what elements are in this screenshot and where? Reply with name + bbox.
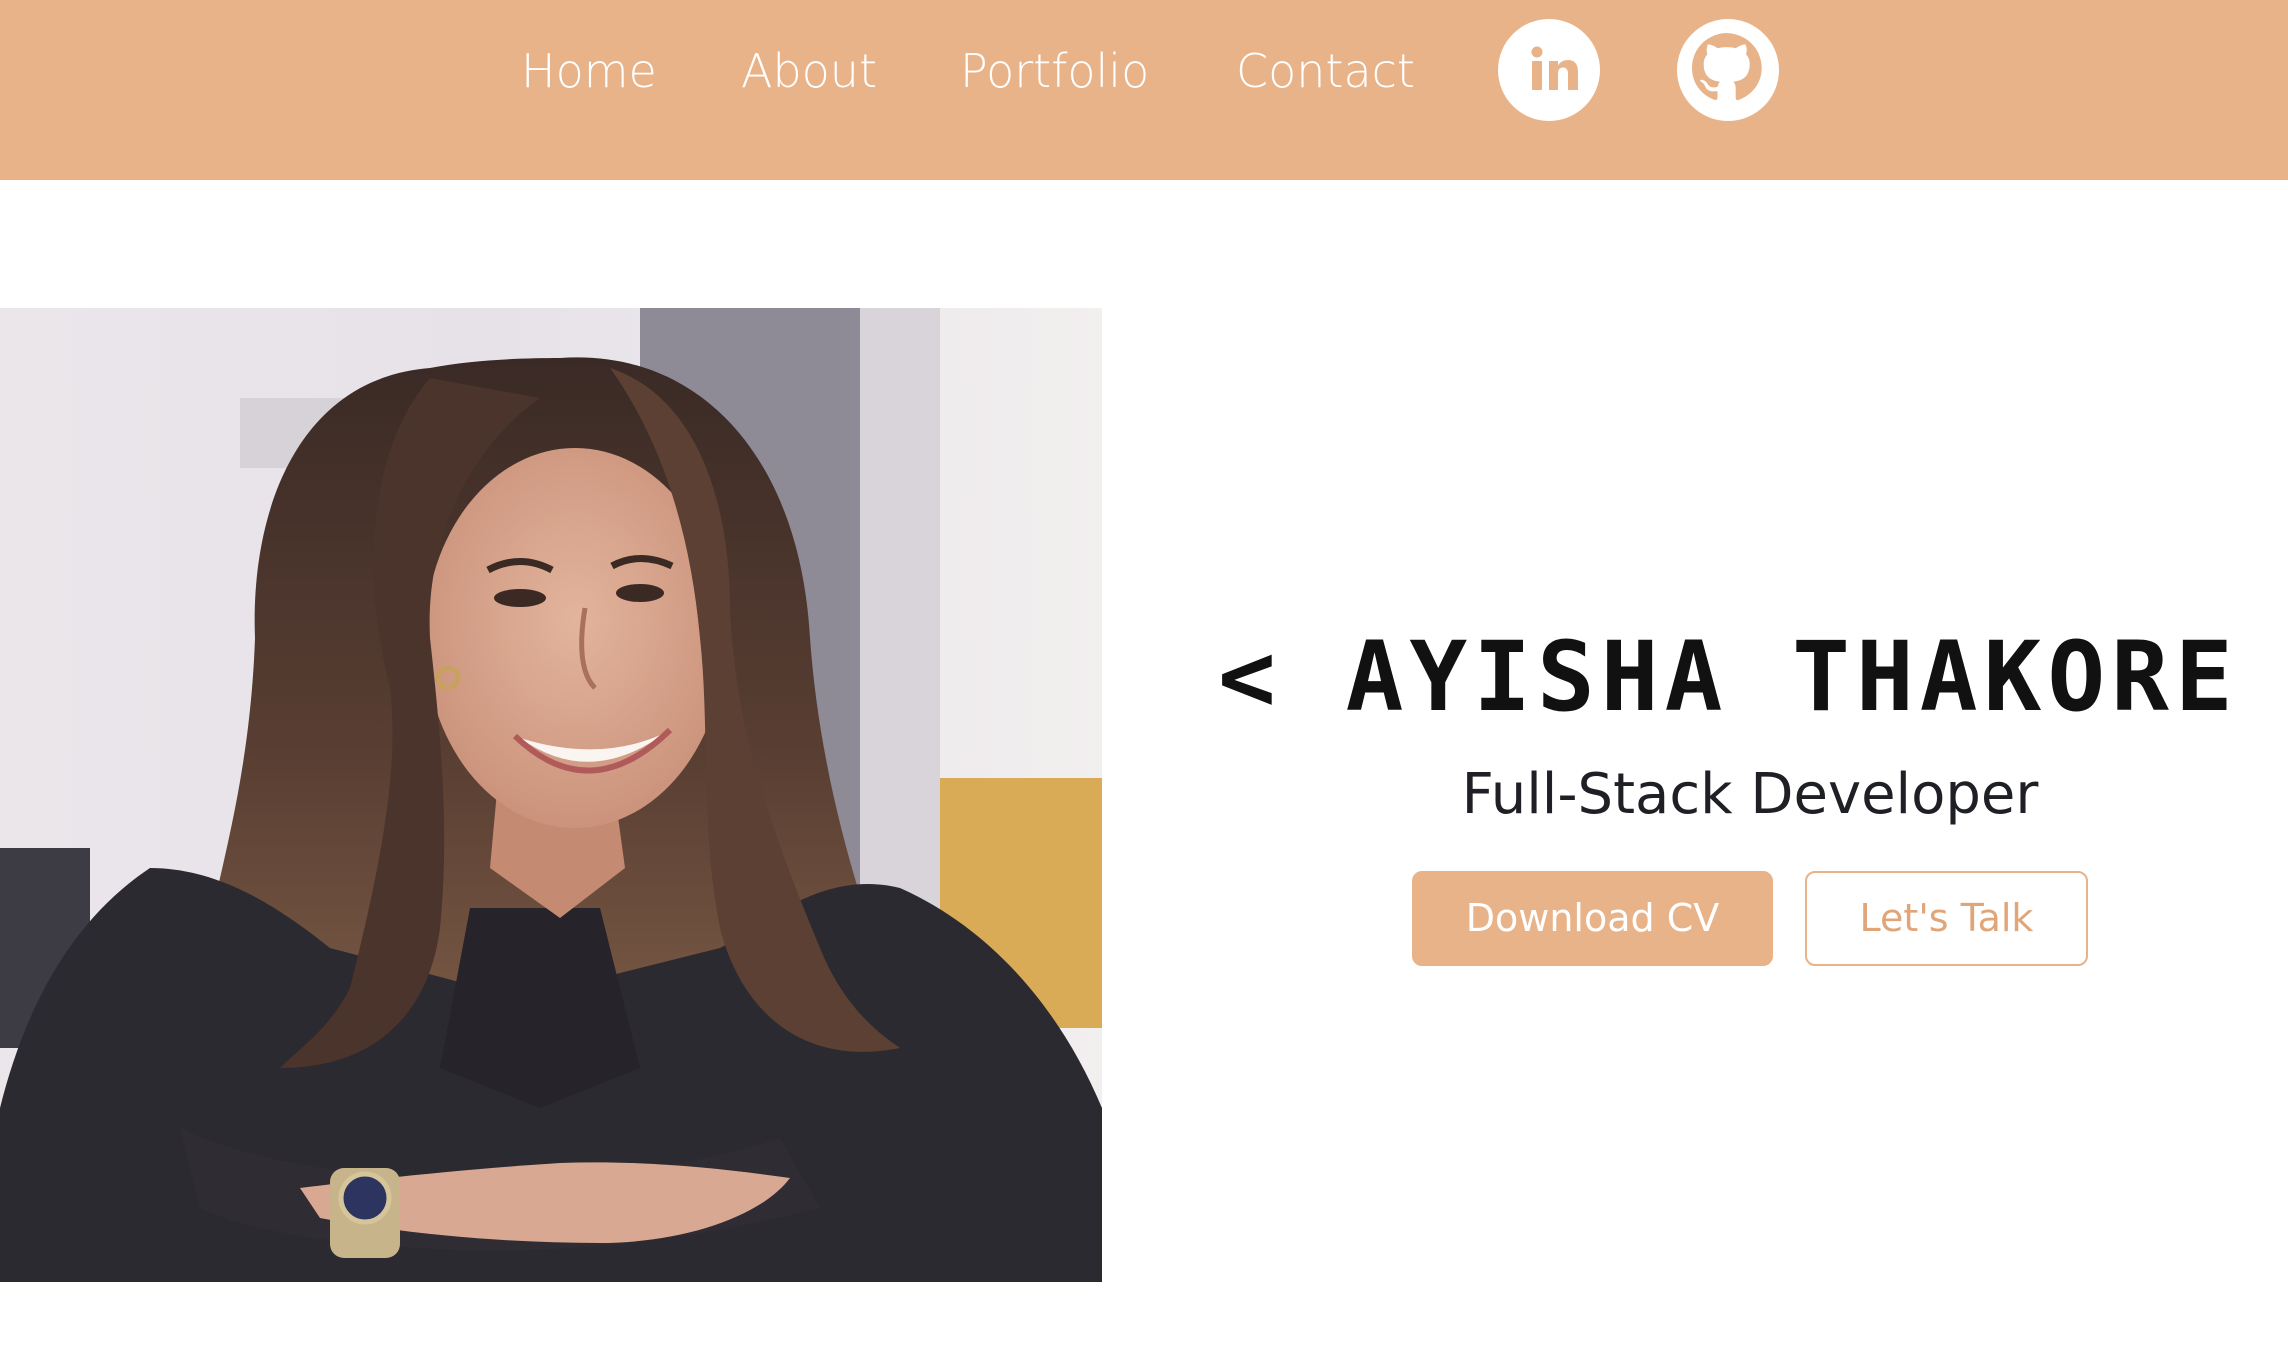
profile-photo xyxy=(0,308,1102,1282)
nav-link-home[interactable]: Home xyxy=(521,38,657,104)
github-link[interactable] xyxy=(1677,19,1779,121)
lets-talk-button[interactable]: Let's Talk xyxy=(1805,871,2088,966)
github-icon xyxy=(1692,33,1762,101)
top-navbar: Home About Portfolio Contact xyxy=(0,0,2288,180)
download-cv-button[interactable]: Download CV xyxy=(1412,871,1773,966)
linkedin-icon xyxy=(1531,46,1578,90)
portrait-image xyxy=(0,308,1102,1282)
nav-link-about[interactable]: About xyxy=(741,38,877,104)
nav-link-portfolio[interactable]: Portfolio xyxy=(960,38,1149,104)
hero-job-title: Full-Stack Developer xyxy=(1461,762,2039,827)
hero-name: < AYISHA THAKORE > xyxy=(1218,621,2288,733)
linkedin-link[interactable] xyxy=(1498,19,1600,121)
nav-link-contact[interactable]: Contact xyxy=(1236,38,1415,104)
